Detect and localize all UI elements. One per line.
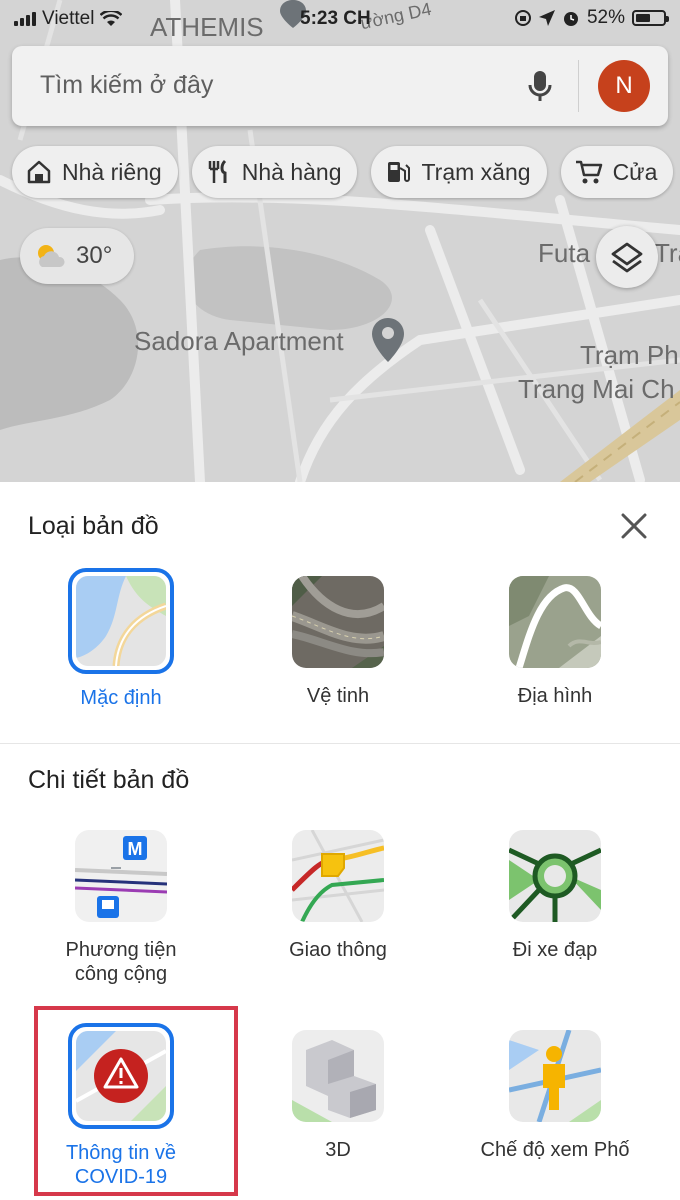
biking-thumbnail	[509, 830, 601, 922]
close-icon[interactable]	[618, 510, 650, 542]
wifi-icon	[100, 11, 123, 26]
clock: 5:23 CH	[300, 8, 371, 29]
map-type-satellite[interactable]: Vệ tinh	[238, 576, 438, 708]
detail-label-line1: Chế độ xem Phố	[480, 1139, 630, 1161]
gas-station-icon	[388, 162, 411, 182]
svg-text:M: M	[128, 839, 143, 859]
partly-cloudy-icon	[38, 245, 65, 267]
search-divider	[578, 60, 579, 112]
map-type-label: Địa hình	[517, 685, 593, 707]
3d-thumbnail	[292, 1030, 384, 1122]
mic-icon[interactable]	[520, 66, 560, 106]
chip-gas-station[interactable]: Trạm xăng	[371, 146, 547, 198]
default-map-thumbnail	[68, 568, 174, 674]
transit-thumbnail: M	[75, 830, 167, 922]
search-input[interactable]: Tìm kiếm ở đây	[40, 71, 213, 100]
status-bar: Viettel 5:23 CH 52%	[0, 0, 680, 36]
chip-label: Nhà hàng	[241, 158, 342, 185]
detail-label: Giao thông	[238, 938, 438, 962]
detail-label-line1: Phương tiện	[65, 939, 177, 961]
restaurant-icon	[208, 159, 227, 183]
detail-label: Đi xe đạp	[455, 938, 655, 962]
detail-label-line1: Đi xe đạp	[512, 939, 598, 961]
avatar[interactable]: N	[598, 60, 650, 112]
chip-shopping[interactable]: Cửa	[560, 146, 674, 198]
detail-3d[interactable]: 3D	[238, 1030, 438, 1162]
street-view-thumbnail	[509, 1030, 601, 1122]
map-type-terrain[interactable]: Địa hình	[455, 576, 655, 708]
map-type-title: Loại bản đồ	[28, 512, 159, 540]
map-label-sadora: Sadora Apartment	[134, 326, 344, 356]
traffic-thumbnail	[292, 830, 384, 922]
map-type-label: Vệ tinh	[306, 685, 370, 707]
map-view[interactable]: ATHEMIS ường D4 Futa Tra Sadora Apartmen…	[0, 0, 680, 482]
section-divider	[0, 743, 680, 744]
cart-icon	[575, 160, 602, 184]
battery-icon	[632, 10, 669, 26]
detail-transit[interactable]: M Phương tiện công cộng	[21, 830, 221, 986]
location-arrow-icon	[538, 10, 555, 26]
category-chips: Nhà riêng Nhà hàng Trạm xăng Cửa	[12, 146, 680, 198]
detail-label-line2: công cộng	[74, 963, 168, 985]
map-label-trang-mai: Trang Mai Ch	[518, 374, 675, 404]
layers-button[interactable]	[596, 226, 658, 288]
detail-label: Chế độ xem Phố	[455, 1138, 655, 1162]
battery-percent: 52%	[586, 7, 625, 28]
detail-label: 3D	[238, 1138, 438, 1162]
chip-label: Nhà riêng	[62, 158, 162, 185]
highlight-annotation-box	[34, 1006, 238, 1196]
map-label-futa: Futa	[538, 238, 591, 268]
alarm-icon	[563, 12, 578, 26]
detail-biking[interactable]: Đi xe đạp	[455, 830, 655, 962]
map-label-tram-ph: Trạm Ph	[580, 340, 679, 370]
satellite-map-thumbnail	[292, 576, 384, 668]
detail-label-line1: 3D	[325, 1139, 351, 1161]
chip-label: Trạm xăng	[421, 158, 531, 185]
screen: ATHEMIS ường D4 Futa Tra Sadora Apartmen…	[0, 0, 680, 1200]
temperature: 30°	[76, 242, 113, 269]
map-details-title: Chi tiết bản đồ	[28, 766, 190, 794]
layers-icon	[611, 242, 643, 273]
carrier-name: Viettel	[42, 8, 95, 29]
detail-label-line1: Giao thông	[289, 939, 387, 961]
terrain-map-thumbnail	[509, 576, 601, 668]
detail-traffic[interactable]: Giao thông	[238, 830, 438, 962]
home-icon	[27, 160, 51, 184]
map-options-sheet: Loại bản đồ Mặc định Vệ tinh Địa hình Ch…	[0, 482, 680, 1200]
carrier: Viettel	[14, 8, 123, 30]
search-bar[interactable]: Tìm kiếm ở đây N	[12, 46, 668, 126]
map-type-label: Mặc định	[80, 687, 162, 709]
status-right: 52%	[514, 7, 669, 29]
chip-label: Cửa	[612, 158, 658, 185]
chip-home[interactable]: Nhà riêng	[12, 146, 178, 198]
rotation-lock-icon	[514, 10, 531, 26]
weather-badge[interactable]: 30°	[20, 228, 134, 284]
detail-street-view[interactable]: Chế độ xem Phố	[455, 1030, 655, 1162]
detail-label: Phương tiện công cộng	[21, 938, 221, 986]
map-pin-icon[interactable]	[372, 318, 404, 362]
map-type-default[interactable]: Mặc định	[21, 568, 221, 710]
signal-icon	[14, 12, 36, 26]
chip-restaurant[interactable]: Nhà hàng	[191, 146, 358, 198]
